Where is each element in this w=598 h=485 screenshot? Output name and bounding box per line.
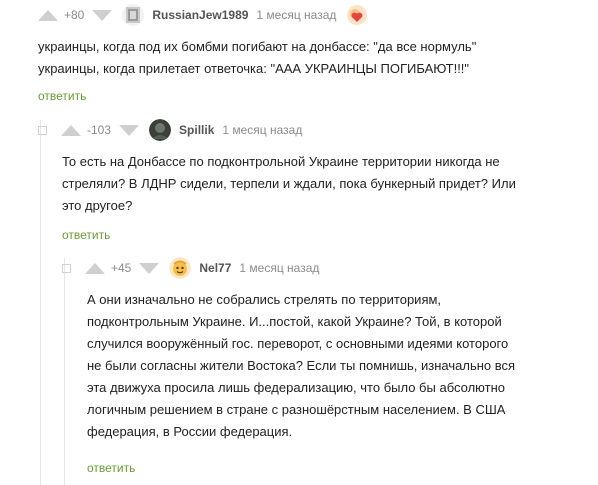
arrow-up-icon[interactable] (61, 124, 81, 136)
comment-line: А они изначально не собрались стрелять п… (87, 292, 442, 307)
avatar[interactable] (169, 257, 192, 279)
arrow-down-icon[interactable] (139, 262, 160, 274)
comment-line: украинцы, когда под их бомбми погибают н… (38, 39, 477, 54)
comment-line: украинцы, когда прилетает ответочка: "АА… (38, 61, 470, 76)
thread-line (40, 120, 41, 485)
comment-author[interactable]: Spillik (179, 123, 214, 137)
comment-time[interactable]: 1 месяц назад (256, 8, 336, 22)
arrow-up-icon[interactable] (85, 262, 105, 274)
comment-time[interactable]: 1 месяц назад (222, 123, 302, 137)
comment-header: +45 Nel77 1 месяц назад (62, 257, 329, 279)
comment-line: логичным решением в стране с разношёрстн… (87, 402, 506, 417)
avatar[interactable] (149, 119, 172, 141)
thread-line (64, 258, 65, 485)
comment-time[interactable]: 1 месяц назад (239, 261, 319, 275)
comment-author[interactable]: RussianJew1989 (152, 8, 248, 22)
comment-line: не были согласны жители Востока? Если ты… (87, 358, 516, 373)
comment-score: +80 (64, 8, 85, 22)
comment-header: +80 RussianJew1989 1 месяц назад (38, 4, 368, 26)
comment-author[interactable]: Nel77 (199, 261, 231, 275)
comment-line: федерация, в России федерация. (87, 424, 293, 439)
comment-line: эта движуха просила лишь федерализацию, … (87, 380, 505, 395)
comment-body: А они изначально не собрались стрелять п… (87, 289, 592, 443)
reply-link[interactable]: ответить (87, 461, 135, 475)
comment-line: это другое? (62, 198, 133, 213)
comment-line: подконтрольным Украине. И...постой, како… (87, 314, 502, 329)
comment-line: случился вооружённый гос. переворот, с о… (87, 336, 509, 351)
arrow-up-icon[interactable] (38, 9, 58, 21)
avatar[interactable] (122, 4, 145, 26)
comment-score: +45 (111, 261, 132, 275)
reply-link[interactable]: ответить (62, 228, 110, 242)
reply-link[interactable]: ответить (38, 89, 86, 103)
comment-body: украинцы, когда под их бомбми погибают н… (38, 36, 578, 80)
arrow-down-icon[interactable] (119, 124, 140, 136)
collapse-square-icon[interactable] (62, 263, 71, 273)
comment-score: -103 (87, 123, 112, 137)
arrow-down-icon[interactable] (92, 9, 113, 21)
comment-body: То есть на Донбассе по подконтрольной Ук… (62, 151, 582, 217)
comment-header: -103 Spillik 1 месяц назад (38, 119, 312, 141)
collapse-square-icon[interactable] (38, 125, 47, 135)
comment-line: стреляли? В ЛДНР сидели, терпели и ждали… (62, 176, 516, 191)
heart-award-icon (346, 4, 368, 26)
comment-line: То есть на Донбассе по подконтрольной Ук… (62, 154, 500, 169)
